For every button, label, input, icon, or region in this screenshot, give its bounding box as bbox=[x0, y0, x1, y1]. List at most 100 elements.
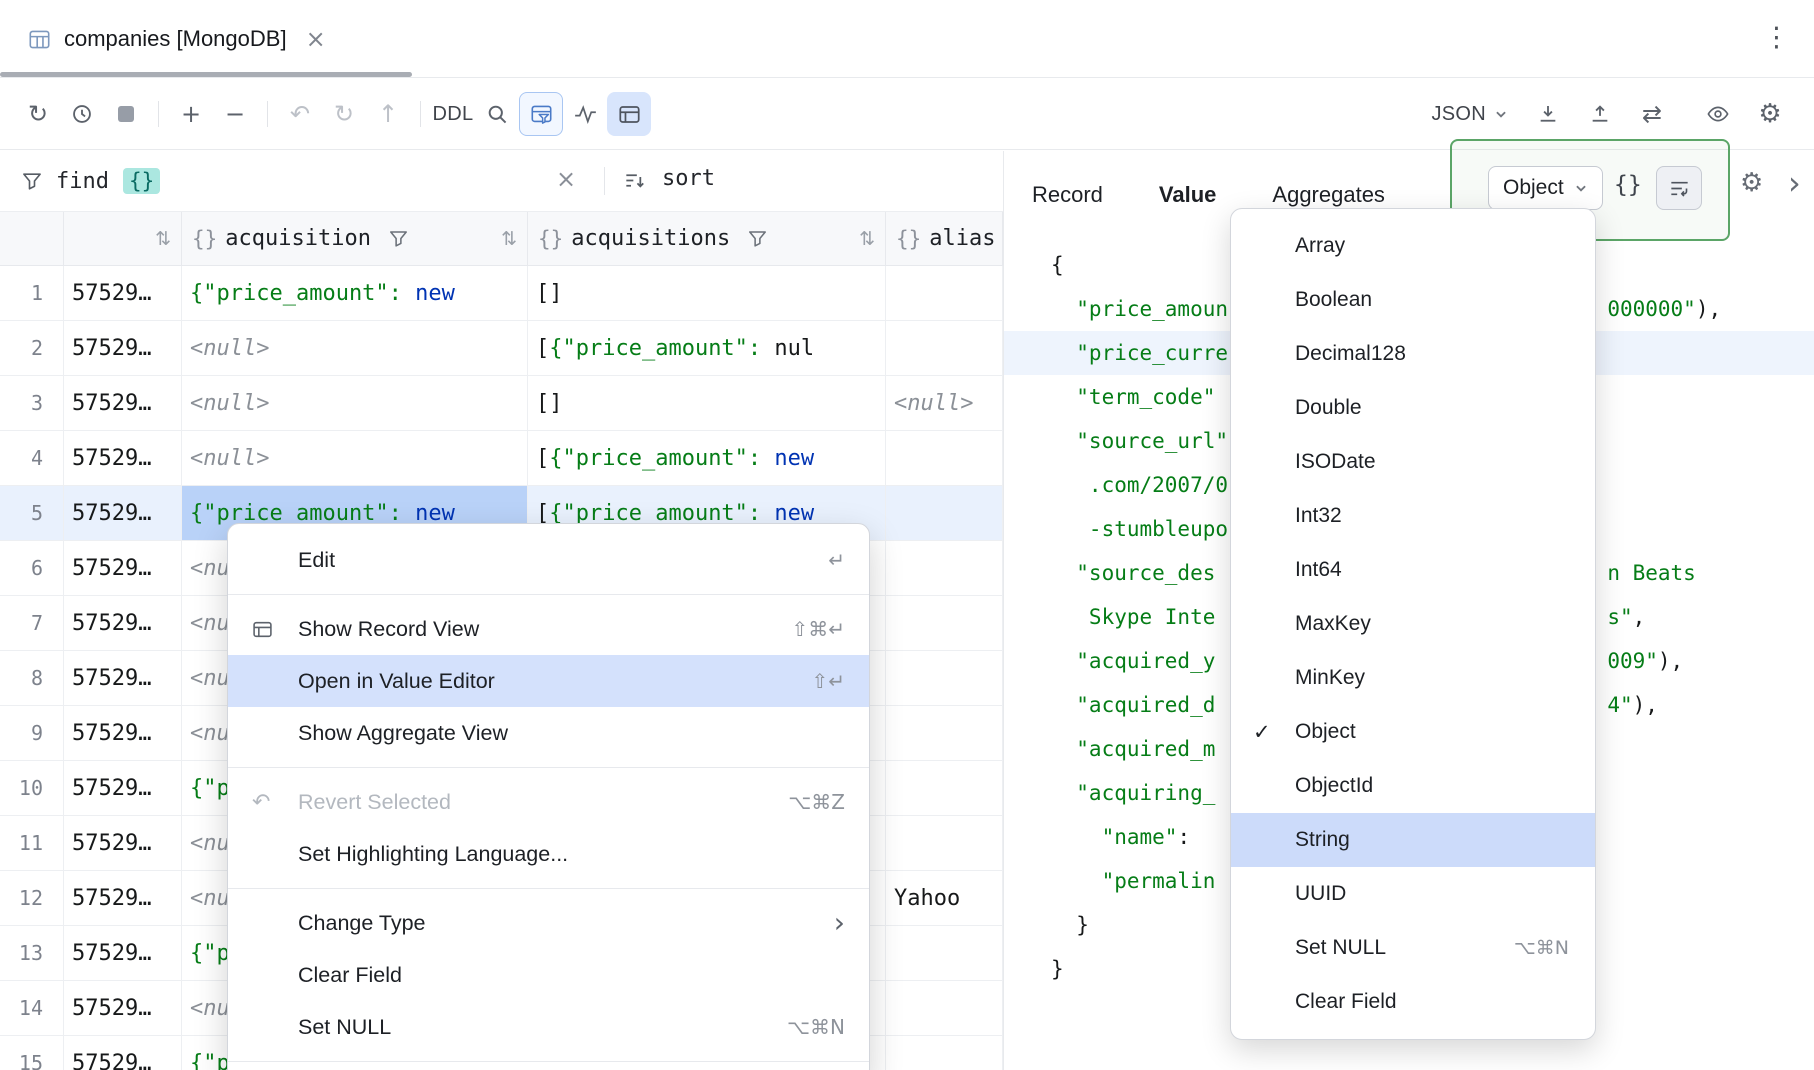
row-number[interactable]: 11 bbox=[0, 816, 64, 870]
cell-id[interactable]: 57529… bbox=[64, 486, 182, 540]
cell-alias[interactable] bbox=[886, 541, 1003, 595]
cell-alias[interactable] bbox=[886, 761, 1003, 815]
chevron-right-icon[interactable]: › bbox=[1788, 164, 1801, 202]
cell-alias[interactable] bbox=[886, 1036, 1003, 1070]
cell-id[interactable]: 57529… bbox=[64, 926, 182, 980]
type-menu-item-clear-field[interactable]: Clear Field bbox=[1231, 975, 1595, 1029]
row-number[interactable]: 9 bbox=[0, 706, 64, 760]
menu-item-open-in-value-editor[interactable]: Open in Value Editor⇧↵ bbox=[228, 655, 869, 707]
add-row-icon[interactable]: + bbox=[169, 92, 213, 136]
type-menu-item-isodate[interactable]: ISODate bbox=[1231, 435, 1595, 489]
cell-alias[interactable] bbox=[886, 981, 1003, 1035]
type-menu-item-set-null[interactable]: Set NULL⌥⌘N bbox=[1231, 921, 1595, 975]
type-menu-item-uuid[interactable]: UUID bbox=[1231, 867, 1595, 921]
export-download-icon[interactable] bbox=[1526, 92, 1570, 136]
row-number[interactable]: 4 bbox=[0, 431, 64, 485]
type-menu-item-string[interactable]: String bbox=[1231, 813, 1595, 867]
column-filter-icon[interactable] bbox=[748, 229, 767, 248]
cell-id[interactable]: 57529… bbox=[64, 981, 182, 1035]
cell-acquisition[interactable]: <null> bbox=[182, 376, 528, 430]
type-menu-item-minkey[interactable]: MinKey bbox=[1231, 651, 1595, 705]
sort-widget-icon[interactable]: ⇅ bbox=[501, 228, 517, 250]
row-number[interactable]: 14 bbox=[0, 981, 64, 1035]
header-corner[interactable] bbox=[0, 212, 64, 265]
row-number[interactable]: 2 bbox=[0, 321, 64, 375]
type-menu-item-decimal128[interactable]: Decimal128 bbox=[1231, 327, 1595, 381]
chart-icon[interactable] bbox=[563, 92, 607, 136]
cell-acquisition[interactable]: <null> bbox=[182, 321, 528, 375]
row-number[interactable]: 1 bbox=[0, 266, 64, 320]
cell-acquisition[interactable]: <null> bbox=[182, 431, 528, 485]
delete-row-icon[interactable]: − bbox=[213, 92, 257, 136]
gear-icon[interactable]: ⚙ bbox=[1740, 168, 1763, 198]
cell-alias[interactable] bbox=[886, 651, 1003, 705]
cell-id[interactable]: 57529… bbox=[64, 541, 182, 595]
cell-acquisitions[interactable]: [{"price_amount": nul bbox=[528, 321, 886, 375]
row-number[interactable]: 5 bbox=[0, 486, 64, 540]
type-menu-item-maxkey[interactable]: MaxKey bbox=[1231, 597, 1595, 651]
soft-wrap-icon[interactable] bbox=[1656, 166, 1702, 210]
cell-acquisitions[interactable]: [] bbox=[528, 376, 886, 430]
clear-find-icon[interactable]: × bbox=[556, 165, 576, 193]
cell-acquisition[interactable]: {"price_amount": new bbox=[182, 266, 528, 320]
cell-id[interactable]: 57529… bbox=[64, 706, 182, 760]
submit-transfer-icon[interactable]: ⇄ bbox=[1630, 92, 1674, 136]
menu-item-change-type[interactable]: Change Type› bbox=[228, 897, 869, 949]
sort-field[interactable]: sort bbox=[662, 166, 715, 191]
cell-alias[interactable] bbox=[886, 816, 1003, 870]
cell-id[interactable]: 57529… bbox=[64, 761, 182, 815]
row-number[interactable]: 3 bbox=[0, 376, 64, 430]
cell-acquisitions[interactable]: [{"price_amount": new bbox=[528, 431, 886, 485]
sort-widget-icon[interactable]: ⇅ bbox=[859, 228, 875, 250]
cell-alias[interactable] bbox=[886, 926, 1003, 980]
header-acquisitions[interactable]: {} acquisitions ⇅ bbox=[528, 212, 886, 265]
auto-refresh-clock-icon[interactable] bbox=[60, 92, 104, 136]
cell-id[interactable]: 57529… bbox=[64, 651, 182, 705]
import-upload-icon[interactable] bbox=[1578, 92, 1622, 136]
search-icon[interactable] bbox=[475, 92, 519, 136]
cell-alias[interactable]: Yahoo bbox=[886, 871, 1003, 925]
filter-rows-icon[interactable] bbox=[519, 92, 563, 136]
type-menu-item-double[interactable]: Double bbox=[1231, 381, 1595, 435]
type-menu-item-boolean[interactable]: Boolean bbox=[1231, 273, 1595, 327]
cell-id[interactable]: 57529… bbox=[64, 266, 182, 320]
header-id-column[interactable]: ⇅ bbox=[64, 212, 182, 265]
menu-item-show-aggregate-view[interactable]: Show Aggregate View bbox=[228, 707, 869, 759]
column-filter-icon[interactable] bbox=[389, 229, 408, 248]
cell-id[interactable]: 57529… bbox=[64, 1036, 182, 1070]
row-number[interactable]: 15 bbox=[0, 1036, 64, 1070]
cell-alias[interactable] bbox=[886, 266, 1003, 320]
close-icon[interactable]: × bbox=[306, 25, 326, 53]
row-number[interactable]: 6 bbox=[0, 541, 64, 595]
row-number[interactable]: 12 bbox=[0, 871, 64, 925]
tab-companies-mongodb[interactable]: companies [MongoDB] × bbox=[18, 0, 336, 78]
type-menu-item-int64[interactable]: Int64 bbox=[1231, 543, 1595, 597]
menu-item-edit[interactable]: Edit↵ bbox=[228, 534, 869, 586]
row-number[interactable]: 13 bbox=[0, 926, 64, 980]
format-dropdown[interactable]: JSON bbox=[1421, 92, 1518, 136]
row-number[interactable]: 10 bbox=[0, 761, 64, 815]
braces-toggle-icon[interactable]: {} bbox=[1614, 172, 1642, 198]
menu-item-show-record-view[interactable]: Show Record View⇧⌘↵ bbox=[228, 603, 869, 655]
stop-icon[interactable] bbox=[104, 92, 148, 136]
type-dropdown-button[interactable]: Object bbox=[1488, 166, 1603, 210]
tab-value[interactable]: Value bbox=[1159, 182, 1216, 208]
refresh-icon[interactable]: ↻ bbox=[16, 92, 60, 136]
cell-acquisitions[interactable]: [] bbox=[528, 266, 886, 320]
menu-item-set-highlighting-language[interactable]: Set Highlighting Language... bbox=[228, 828, 869, 880]
cell-alias[interactable]: <null> bbox=[886, 376, 1003, 430]
type-menu-item-objectid[interactable]: ObjectId bbox=[1231, 759, 1595, 813]
tab-record[interactable]: Record bbox=[1032, 182, 1103, 208]
find-field[interactable]: find bbox=[56, 169, 109, 194]
row-number[interactable]: 7 bbox=[0, 596, 64, 650]
cell-alias[interactable] bbox=[886, 706, 1003, 760]
tab-aggregates[interactable]: Aggregates bbox=[1272, 182, 1385, 208]
cell-id[interactable]: 57529… bbox=[64, 816, 182, 870]
kebab-menu-icon[interactable]: ⋮ bbox=[1763, 22, 1790, 53]
eye-icon[interactable] bbox=[1696, 92, 1740, 136]
row-number[interactable]: 8 bbox=[0, 651, 64, 705]
cell-alias[interactable] bbox=[886, 431, 1003, 485]
type-menu-item-array[interactable]: Array bbox=[1231, 219, 1595, 273]
cell-alias[interactable] bbox=[886, 321, 1003, 375]
menu-item-clear-field[interactable]: Clear Field bbox=[228, 949, 869, 1001]
